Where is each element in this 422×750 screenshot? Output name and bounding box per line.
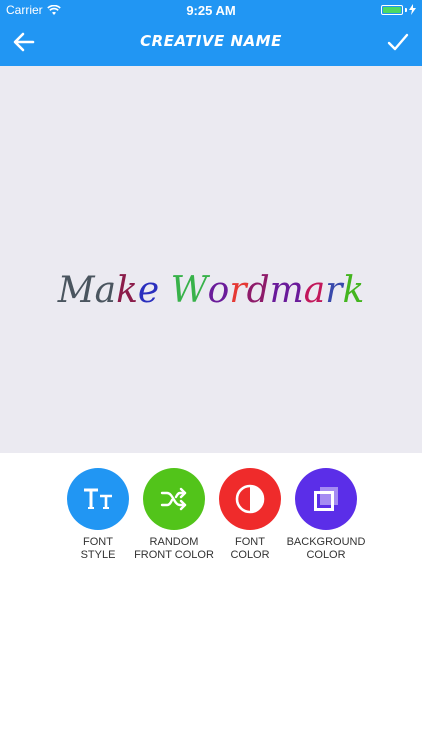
preview-canvas[interactable]: Make Wordmark <box>0 66 422 453</box>
background-color-label: BACKGROUND COLOR <box>286 536 366 561</box>
wordmark-letter: a <box>303 270 326 311</box>
page-title: CREATIVE NAME <box>140 32 282 50</box>
wordmark-letter <box>159 270 170 311</box>
wordmark-letter: r <box>229 270 247 311</box>
wordmark-letter: m <box>269 270 304 311</box>
checkmark-icon <box>387 33 409 51</box>
confirm-button[interactable] <box>384 28 412 56</box>
font-style-circle <box>67 468 129 530</box>
wordmark-letter: r <box>325 270 343 311</box>
random-color-circle <box>143 468 205 530</box>
font-color-button[interactable]: FONT COLOR <box>210 468 290 562</box>
random-color-label: RANDOM FRONT COLOR <box>134 536 214 561</box>
battery-tip <box>405 7 407 12</box>
font-color-circle <box>219 468 281 530</box>
wordmark-letter: k <box>116 270 138 311</box>
battery-icon <box>381 4 403 15</box>
contrast-icon <box>235 484 265 514</box>
background-color-button[interactable]: BACKGROUND COLOR <box>286 468 366 562</box>
font-style-label: FONT STYLE <box>80 536 116 561</box>
navigation-bar: CREATIVE NAME <box>0 20 422 66</box>
status-right <box>381 4 416 15</box>
shuffle-icon <box>160 487 187 511</box>
wordmark-letter: e <box>137 270 160 311</box>
layers-icon <box>314 487 338 511</box>
font-color-label: FONT COLOR <box>230 536 270 561</box>
font-style-button[interactable]: FONT STYLE <box>58 468 138 562</box>
status-time: 9:25 AM <box>186 3 236 18</box>
background-color-circle <box>295 468 357 530</box>
wordmark-letter: M <box>57 270 95 311</box>
status-bar: Carrier 9:25 AM <box>0 0 422 20</box>
charging-icon <box>409 4 416 15</box>
wordmark-letter: o <box>207 270 230 311</box>
wordmark-letter: W <box>170 270 208 311</box>
random-color-button[interactable]: RANDOM FRONT COLOR <box>134 468 214 562</box>
font-style-icon <box>84 488 112 509</box>
wordmark-letter: d <box>246 270 270 311</box>
wordmark-letter: a <box>94 270 117 311</box>
wordmark-text: Make Wordmark <box>0 270 422 311</box>
wordmark-letter: k <box>342 270 365 311</box>
